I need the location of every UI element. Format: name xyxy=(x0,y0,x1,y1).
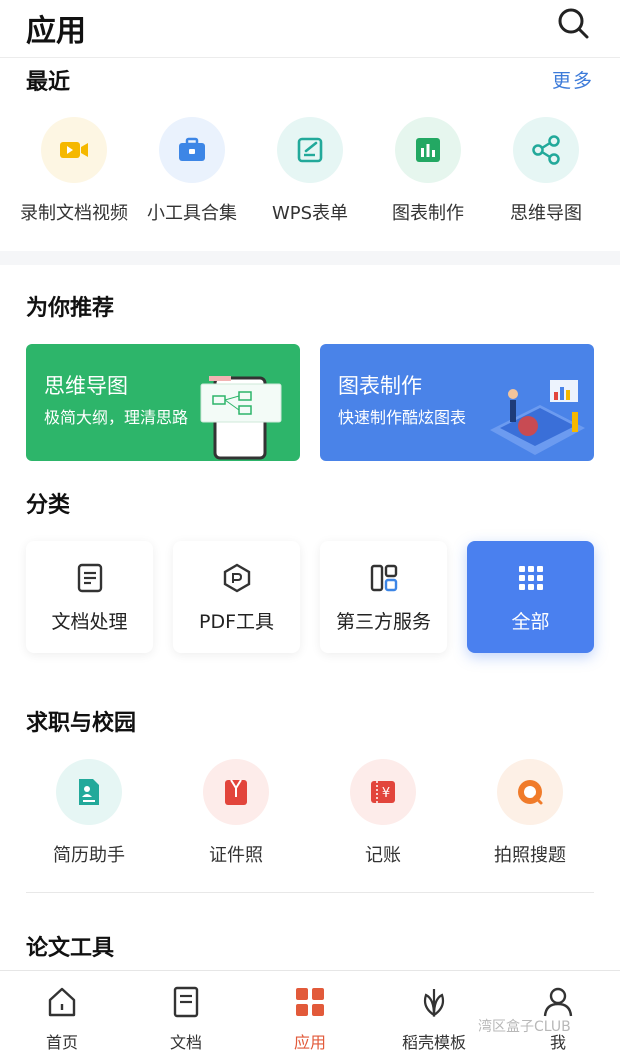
category-label: 文档处理 xyxy=(51,611,128,633)
recent-item-chart[interactable]: 图表制作 xyxy=(369,117,487,225)
tab-documents[interactable]: 文档 xyxy=(136,985,236,1053)
recent-item-label: 图表制作 xyxy=(392,203,464,224)
document-tab-icon xyxy=(173,986,199,1018)
career-item-label: 证件照 xyxy=(209,845,263,866)
dots-grid-icon xyxy=(518,566,543,590)
banner-title: 图表制作 xyxy=(338,374,422,398)
tab-label: 应用 xyxy=(293,1033,326,1052)
recent-title: 最近 xyxy=(26,70,71,95)
tab-apps[interactable]: 应用 xyxy=(260,985,360,1053)
camera-search-icon xyxy=(497,759,563,825)
career-item-label: 记账 xyxy=(365,845,401,866)
tab-label: 文档 xyxy=(169,1033,202,1052)
more-link[interactable]: 更多 xyxy=(552,66,594,93)
recent-item-label: 录制文档视频 xyxy=(20,203,128,224)
tab-label: 首页 xyxy=(45,1033,78,1052)
recent-section: 最近 更多 录制文档视频 小工具合集 WPS表单 图表制作 思维导图 xyxy=(0,58,620,251)
section-divider xyxy=(26,892,594,893)
bar-chart-icon xyxy=(395,117,461,183)
tab-docer-templates[interactable]: 稻壳模板 xyxy=(384,985,484,1053)
isometric-chart-illustration xyxy=(490,380,585,455)
pdf-hexagon-icon xyxy=(223,563,250,593)
layout-grid-icon xyxy=(370,564,397,592)
banner-mind-map[interactable]: 思维导图 极简大纲，理清思路 xyxy=(26,344,300,461)
career-item-ledger[interactable]: ¥ 记账 xyxy=(324,759,442,867)
category-all[interactable]: 全部 xyxy=(467,541,594,653)
category-title: 分类 xyxy=(26,493,71,518)
tab-label: 稻壳模板 xyxy=(401,1033,466,1052)
search-icon[interactable] xyxy=(556,6,592,42)
toolbox-icon xyxy=(159,117,225,183)
mind-map-share-icon xyxy=(513,117,579,183)
bottom-tab-bar: 首页 文档 应用 稻壳模板 我 xyxy=(0,970,620,1055)
main-content: 为你推荐 思维导图 极简大纲，理清思路 图表制作 快速制作酷炫图表 分类 文档处… xyxy=(0,265,620,970)
tab-home[interactable]: 首页 xyxy=(12,985,112,1053)
recent-item-toolbox[interactable]: 小工具合集 xyxy=(133,117,251,225)
resume-icon xyxy=(56,759,122,825)
career-title: 求职与校园 xyxy=(26,711,137,736)
banner-title: 思维导图 xyxy=(44,374,128,398)
recent-item-label: 小工具合集 xyxy=(147,203,237,224)
phone-mind-map-illustration xyxy=(200,376,282,460)
category-label: PDF工具 xyxy=(198,611,275,633)
app-header: 应用 xyxy=(0,0,620,58)
apps-grid-icon xyxy=(296,988,324,1016)
document-icon xyxy=(77,563,102,593)
category-label: 第三方服务 xyxy=(335,611,431,633)
category-pdf-tools[interactable]: PDF工具 xyxy=(173,541,300,653)
recent-item-label: 思维导图 xyxy=(510,203,582,224)
career-item-label: 简历助手 xyxy=(53,845,125,866)
category-label: 全部 xyxy=(511,611,550,633)
career-item-id-photo[interactable]: 证件照 xyxy=(177,759,295,867)
banner-subtitle: 快速制作酷炫图表 xyxy=(338,408,467,427)
recent-item-mind-map[interactable]: 思维导图 xyxy=(487,117,605,225)
id-photo-icon xyxy=(203,759,269,825)
form-edit-icon xyxy=(277,117,343,183)
career-item-photo-search[interactable]: 拍照搜题 xyxy=(471,759,589,867)
category-third-party[interactable]: 第三方服务 xyxy=(320,541,447,653)
leaf-icon xyxy=(423,989,445,1018)
recommend-title: 为你推荐 xyxy=(26,296,115,321)
recent-item-label: WPS表单 xyxy=(271,203,349,224)
home-icon xyxy=(48,987,76,1017)
recent-item-record-video[interactable]: 录制文档视频 xyxy=(15,117,133,225)
banner-chart[interactable]: 图表制作 快速制作酷炫图表 xyxy=(320,344,594,461)
banner-subtitle: 极简大纲，理清思路 xyxy=(44,408,189,427)
ledger-yen-icon: ¥ xyxy=(350,759,416,825)
watermark-text: 湾区盒子CLUB xyxy=(478,1019,571,1035)
video-camera-icon xyxy=(41,117,107,183)
recent-item-wps-form[interactable]: WPS表单 xyxy=(251,117,369,225)
thesis-title: 论文工具 xyxy=(26,936,115,961)
career-item-resume[interactable]: 简历助手 xyxy=(30,759,148,867)
category-document-processing[interactable]: 文档处理 xyxy=(26,541,153,653)
svg-text:¥: ¥ xyxy=(382,786,390,801)
user-icon xyxy=(543,987,573,1017)
career-item-label: 拍照搜题 xyxy=(494,845,566,866)
page-title: 应用 xyxy=(26,14,86,49)
